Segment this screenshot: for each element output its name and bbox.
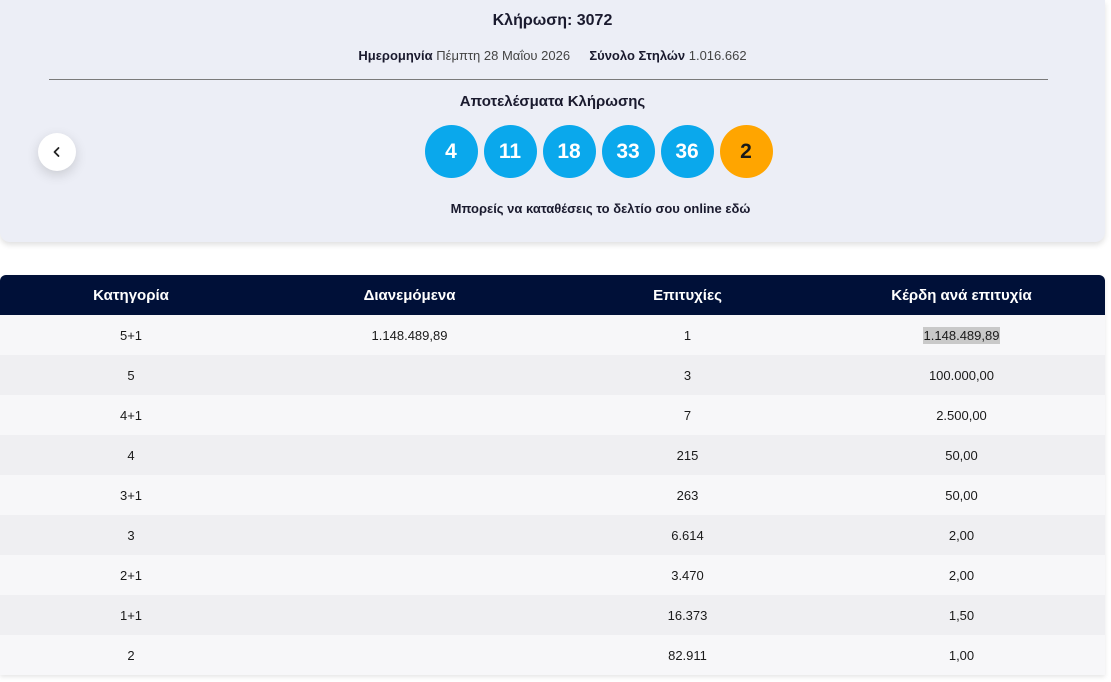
number-ball: 18 [542,125,596,178]
cell-winners: 3 [683,367,692,383]
table-row: 4+1 7 2.500,00 [0,395,1105,435]
prize-table: Κατηγορία Διανεμόμενα Επιτυχίες Κέρδη αν… [0,275,1105,675]
columns-value: 1.016.662 [688,48,747,63]
draw-title: Κλήρωση: 3072 [492,12,613,29]
draw-meta: Ημερομηνία Πέμπτη 28 Μαΐου 2026 Σύνολο Σ… [0,48,1105,63]
table-row: 4 215 50,00 [0,435,1105,475]
cell-distributed [262,555,557,595]
cell-distributed [262,595,557,635]
table-row: 2 82.911 1,00 [0,635,1105,675]
cell-winners: 16.373 [667,607,708,623]
header-winners: Επιτυχίες [653,286,722,304]
cell-category: 5 [127,367,135,383]
cell-prize-per-winner: 2.500,00 [936,407,987,423]
table-row: 5+1 1.148.489,89 1 1.148.489,89 [0,315,1105,355]
cell-prize-per-winner: 1,00 [948,647,975,663]
cell-distributed [262,395,557,435]
table-row: 2+1 3.470 2,00 [0,555,1105,595]
cell-category: 1+1 [119,607,143,623]
selected-text: 1.148.489,89 [922,326,1001,344]
header-distributed: Διανεμόμενα [363,286,456,304]
cell-category: 2 [127,647,135,663]
cell-winners: 3.470 [671,567,704,583]
cell-prize-per-winner: 50,00 [945,447,978,463]
cell-winners: 82.911 [668,647,707,663]
cell-distributed [262,355,557,395]
play-online-link[interactable]: Μπορείς να καταθέσεις το δελτίο σου onli… [0,201,1105,216]
divider [49,79,1048,80]
cell-prize-per-winner: 100.000,00 [928,367,995,383]
cell-prize-per-winner: 1,50 [948,607,975,623]
cell-winners: 1 [683,327,692,343]
date-label: Ημερομηνία [358,48,433,63]
cell-distributed [262,635,557,675]
table-header-row: Κατηγορία Διανεμόμενα Επιτυχίες Κέρδη αν… [0,275,1105,315]
table-row: 3+1 263 50,00 [0,475,1105,515]
cell-category: 2+1 [119,567,143,583]
cell-category: 4 [127,447,135,463]
cell-category: 5+1 [119,327,143,343]
columns-label: Σύνολο Στηλών [589,48,686,63]
header-category: Κατηγορία [93,286,169,304]
cell-winners: 7 [683,407,692,423]
cell-category: 4+1 [119,407,143,423]
cell-winners: 6.614 [671,527,704,543]
cell-category: 3+1 [119,487,143,503]
cell-prize-per-winner: 1.148.489,89 [818,315,1105,355]
number-ball: 4 [424,125,478,178]
cell-winners: 215 [676,447,699,463]
winning-numbers: 4 11 18 33 36 2 [0,125,1105,178]
draw-card: Κλήρωση: 3072 Ημερομηνία Πέμπτη 28 Μαΐου… [0,0,1105,242]
cell-distributed [262,515,557,555]
number-ball: 33 [601,125,655,178]
cell-prize-per-winner: 50,00 [945,487,978,503]
table-row: 1+1 16.373 1,50 [0,595,1105,635]
cell-distributed [262,435,557,475]
number-ball: 11 [483,125,537,178]
cell-category: 3 [127,527,135,543]
cell-distributed: 1.148.489,89 [371,327,448,343]
joker-ball: 2 [719,125,773,178]
table-row: 3 6.614 2,00 [0,515,1105,555]
number-ball: 36 [660,125,714,178]
results-title: Αποτελέσματα Κλήρωσης [459,93,646,110]
cell-prize-per-winner: 2,00 [948,567,975,583]
table-row: 5 3 100.000,00 [0,355,1105,395]
cell-distributed [262,475,557,515]
date-value: Πέμπτη 28 Μαΐου 2026 [436,48,571,63]
cell-prize-per-winner: 2,00 [948,527,975,543]
cell-winners: 263 [676,487,699,503]
header-prize-per-winner: Κέρδη ανά επιτυχία [891,286,1032,304]
